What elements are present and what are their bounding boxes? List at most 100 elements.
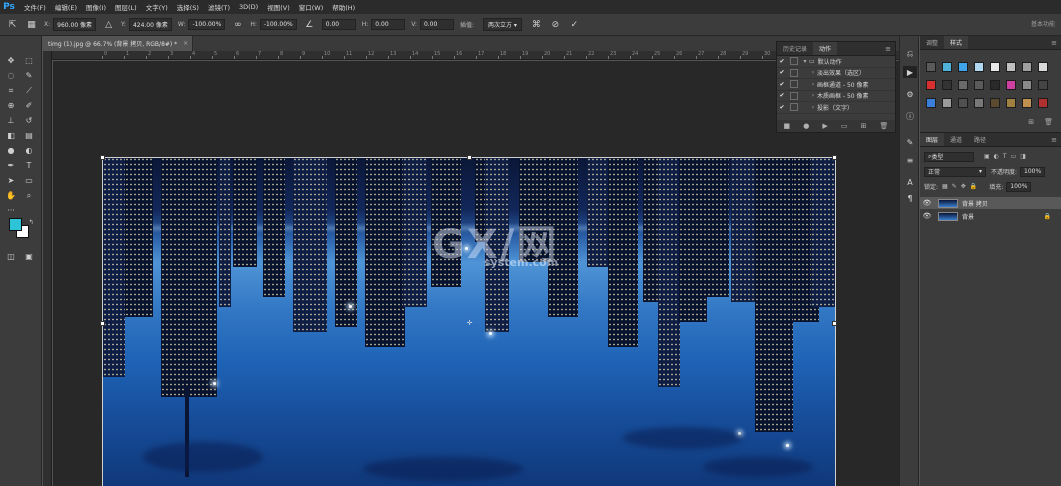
history-brush-tool-icon[interactable]: ↺ [22,114,36,127]
close-tab-icon[interactable]: × [183,40,188,47]
style-preset-swatch[interactable] [990,98,1000,108]
gradient-tool-icon[interactable]: ▤ [22,129,36,142]
style-preset-swatch[interactable] [958,80,968,90]
shape-tool-icon[interactable]: ▭ [22,174,36,187]
dialog-toggle-icon[interactable] [790,68,798,77]
more-tools-icon[interactable]: ··· [4,204,18,217]
play-icon[interactable]: ▶ [822,122,827,130]
record-icon[interactable]: ● [803,122,809,130]
layer-kind-filter[interactable]: ⌕ 类型 [924,151,974,162]
expand-arrow-icon[interactable]: › [809,92,817,99]
eraser-tool-icon[interactable]: ◧ [4,129,18,142]
healing-tool-icon[interactable]: ⊕ [4,99,18,112]
tab-styles[interactable]: 样式 [944,36,969,49]
style-preset-swatch[interactable] [926,62,936,72]
toggle-check-icon[interactable]: ✔ [777,104,787,111]
hand-tool-icon[interactable]: ✋ [4,189,18,202]
dialog-toggle-icon[interactable] [790,80,798,89]
expand-arrow-icon[interactable]: ▾ [801,58,809,65]
style-preset-swatch[interactable] [1038,98,1048,108]
panel-menu-icon[interactable]: ≡ [885,42,895,55]
crop-tool-icon[interactable]: ⌗ [4,84,18,97]
interpolation-select[interactable]: 两次立方 ▾ [482,18,522,31]
height-value[interactable]: -100.00% [259,19,297,30]
style-preset-swatch[interactable] [942,80,952,90]
style-preset-swatch[interactable] [1022,80,1032,90]
menu-view[interactable]: 视图(V) [267,2,290,12]
tab-paths[interactable]: 路径 [968,133,992,146]
tab-channels[interactable]: 通道 [944,133,968,146]
style-preset-swatch[interactable] [958,62,968,72]
y-value[interactable]: 424.00 像素 [128,18,172,31]
menu-select[interactable]: 选择(S) [177,2,199,12]
toggle-check-icon[interactable]: ✔ [777,92,787,99]
dodge-tool-icon[interactable]: ◐ [22,144,36,157]
style-preset-swatch[interactable] [942,62,952,72]
document-tab[interactable]: timg (1).jpg @ 66.7% (背景 拷贝, RGB/8#) * × [43,36,193,51]
panel-menu-icon[interactable]: ≡ [1051,36,1061,49]
vertical-ruler[interactable] [43,51,52,486]
blend-mode-select[interactable]: 正常 ▾ [924,166,986,177]
height-field[interactable]: H: -100.00% [250,19,297,30]
style-preset-swatch[interactable] [1022,62,1032,72]
dialog-toggle-icon[interactable] [790,57,798,66]
delete-style-icon[interactable]: 🗑 [1044,118,1053,126]
style-preset-swatch[interactable] [1022,98,1032,108]
foreground-color-swatch[interactable] [9,218,22,231]
style-preset-swatch[interactable] [926,98,936,108]
style-preset-swatch[interactable] [1038,62,1048,72]
properties-panel-icon[interactable]: ≡ [903,154,917,166]
dialog-toggle-icon[interactable] [790,103,798,112]
action-row[interactable]: ✔ › 木质画框 - 50 像素 [777,91,895,102]
style-preset-swatch[interactable] [942,98,952,108]
quick-select-tool-icon[interactable]: ✎ [22,69,36,82]
style-preset-swatch[interactable] [1006,98,1016,108]
menu-3d[interactable]: 3D(D) [239,3,258,11]
warp-mode-icon[interactable]: ⌘ [530,18,543,31]
style-preset-swatch[interactable] [1038,80,1048,90]
hskew-value[interactable]: 0.00 [371,19,406,30]
toggle-check-icon[interactable]: ✔ [777,81,787,88]
lock-icons[interactable]: ▦✎✥🔒 [942,183,981,190]
panel-menu-icon[interactable]: ≡ [1051,133,1061,146]
adjust-panel-icon[interactable]: ⚙ [903,88,917,100]
menu-edit[interactable]: 编辑(E) [55,2,77,12]
swap-colors-icon[interactable]: ↰ [24,216,38,229]
action-row[interactable]: ✔ › 淡出效果（选区） [777,68,895,79]
vskew-value[interactable]: 0.00 [419,19,454,30]
transform-reference-point-icon[interactable]: ✛ [466,320,473,327]
layer-row-background-copy[interactable]: 👁 背景 拷贝 [920,197,1061,209]
expand-arrow-icon[interactable]: › [809,81,817,88]
type-tool-icon[interactable]: T [22,159,36,172]
pen-tool-icon[interactable]: ✒ [4,159,18,172]
style-preset-swatch[interactable] [990,80,1000,90]
x-field[interactable]: X: 960.00 像素 [44,18,97,31]
y-field[interactable]: Y: 424.00 像素 [121,18,172,31]
path-select-tool-icon[interactable]: ➤ [4,174,18,187]
reference-point-icon[interactable]: ▦ [25,18,38,31]
x-value[interactable]: 960.00 像素 [53,18,97,31]
expand-arrow-icon[interactable]: › [809,69,817,76]
action-set-row[interactable]: ✔ ▾ ▭ 默认动作 [777,56,895,68]
history-panel-icon[interactable]: ⎌ [903,48,917,60]
lasso-tool-icon[interactable]: ◌ [4,69,18,82]
toggle-check-icon[interactable]: ✔ [777,58,787,65]
new-action-icon[interactable]: ⊞ [861,122,867,130]
tab-layers[interactable]: 图层 [920,133,945,146]
tab-adjustments[interactable]: 调整 [920,36,944,49]
menu-filter[interactable]: 滤镜(T) [208,2,230,12]
move-tool-icon[interactable]: ✥ [4,54,18,67]
width-field[interactable]: W: -100.00% [178,19,226,30]
new-style-icon[interactable]: ⊞ [1028,118,1034,126]
hskew-field[interactable]: H: 0.00 [362,19,406,30]
quick-mask-icon[interactable]: ◫ [4,250,18,263]
marquee-tool-icon[interactable]: ⬚ [22,54,36,67]
horizontal-ruler[interactable]: 0 1 2 3 4 5 6 7 8 9 10 11 12 13 14 15 16 17 18 19 20 21 22 23 24… [52,51,899,60]
action-row[interactable]: ✔ › 投影（文字） [777,102,895,114]
brush-panel-icon[interactable]: ✎ [903,136,917,148]
style-preset-swatch[interactable] [974,98,984,108]
opacity-value[interactable]: 100% [1020,166,1046,177]
width-value[interactable]: -100.00% [188,19,226,30]
workspace-switcher[interactable]: 基本功能 [1031,19,1055,28]
toggle-check-icon[interactable]: ✔ [777,69,787,76]
